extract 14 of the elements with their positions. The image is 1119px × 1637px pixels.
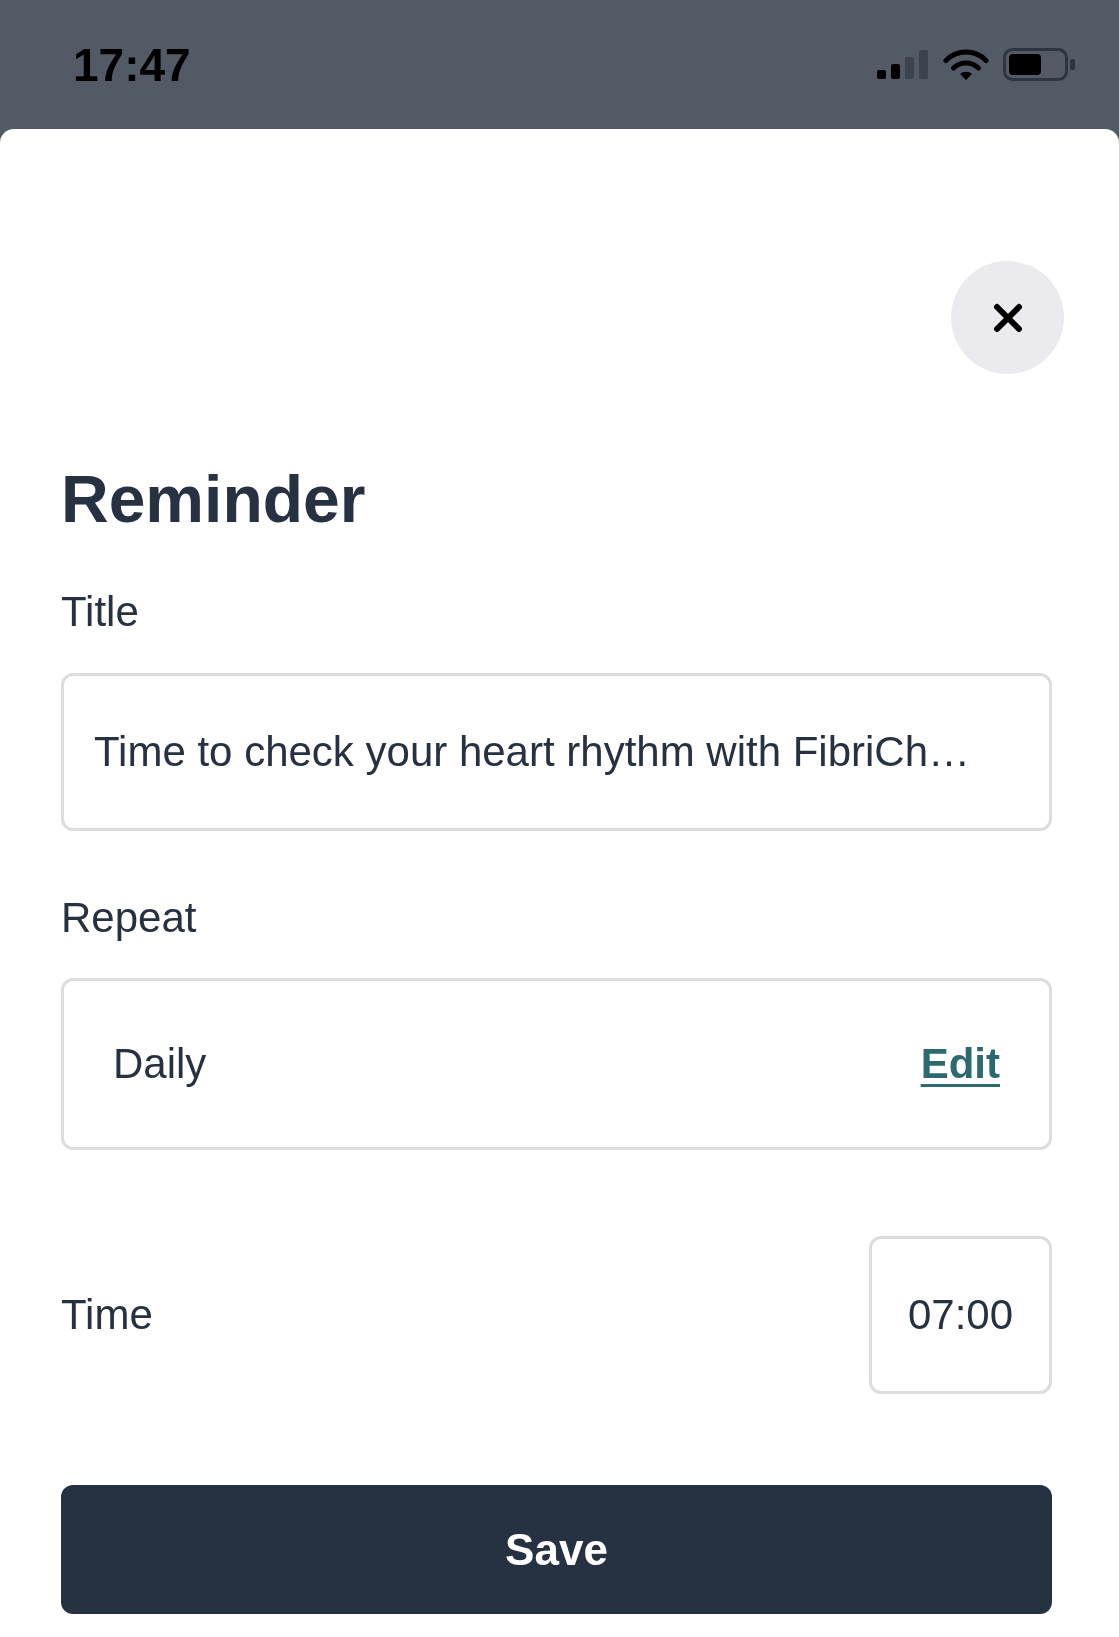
time-input-field[interactable]: 07:00 xyxy=(869,1236,1052,1394)
save-button[interactable]: Save xyxy=(61,1485,1052,1614)
close-icon xyxy=(992,302,1023,333)
repeat-value: Daily xyxy=(113,1043,207,1085)
field-label: Repeat xyxy=(61,897,198,939)
battery-icon xyxy=(1003,48,1075,81)
field-label: Time xyxy=(61,1294,153,1336)
wifi-icon xyxy=(943,49,989,80)
field-label: Title xyxy=(61,591,140,633)
status-time: 17:47 xyxy=(73,41,191,88)
signal-icon xyxy=(877,50,929,79)
reminder-heading: Reminder xyxy=(61,466,367,532)
title-input-field[interactable]: Time to check your heart rhythm with FibriCh… xyxy=(61,673,1052,831)
edit-link[interactable]: Edit xyxy=(920,1043,1000,1085)
